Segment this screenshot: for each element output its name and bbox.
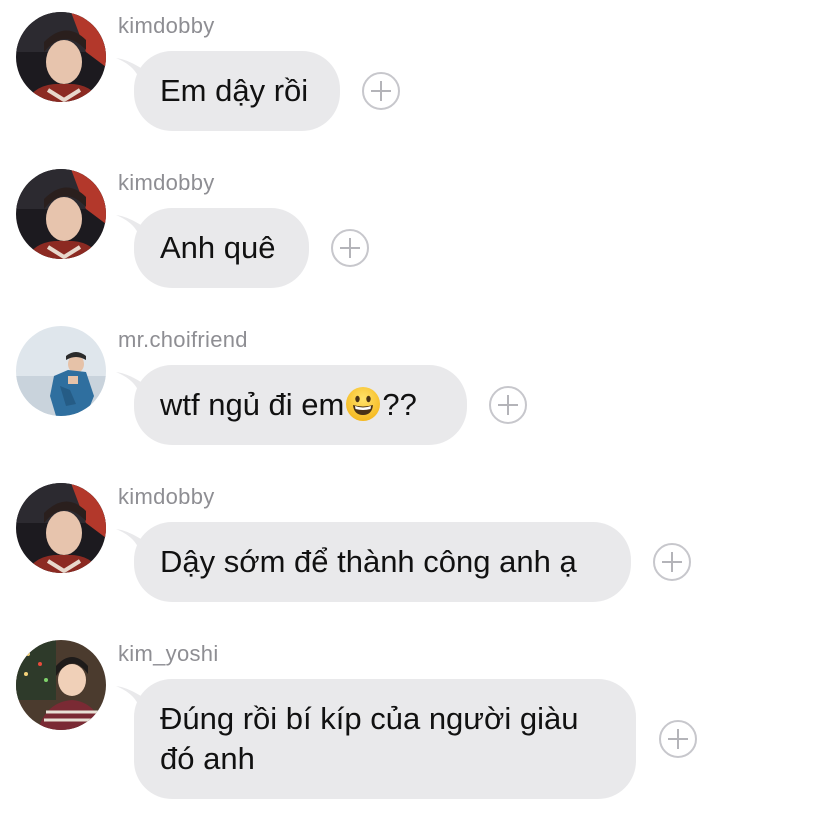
message-bubble[interactable]: Em dậy rồi bbox=[134, 51, 340, 131]
grinning-face-emoji-icon bbox=[346, 387, 381, 421]
message-text-line: Đúng rồi bí kíp của người giàu bbox=[160, 701, 579, 736]
avatar[interactable] bbox=[16, 326, 106, 416]
username[interactable]: kimdobby bbox=[118, 13, 215, 39]
avatar[interactable] bbox=[16, 169, 106, 259]
add-reaction-icon[interactable] bbox=[653, 543, 691, 581]
add-reaction-icon[interactable] bbox=[362, 72, 400, 110]
message-text: Dậy sớm để thành công anh ạ bbox=[160, 544, 577, 579]
avatar[interactable] bbox=[16, 12, 106, 102]
user-photo-icon bbox=[16, 326, 106, 416]
message-bubble[interactable]: Anh quê bbox=[134, 208, 309, 288]
message-bubble[interactable]: Dậy sớm để thành công anh ạ bbox=[134, 522, 631, 602]
message-text: wtf ngủ đi em bbox=[160, 387, 345, 422]
avatar[interactable] bbox=[16, 640, 106, 730]
user-photo-icon bbox=[16, 483, 106, 573]
message-text: Anh quê bbox=[160, 230, 276, 265]
message-text: Em dậy rồi bbox=[160, 73, 309, 108]
add-reaction-icon[interactable] bbox=[659, 720, 697, 758]
username[interactable]: kim_yoshi bbox=[118, 641, 219, 667]
user-photo-icon bbox=[16, 169, 106, 259]
username[interactable]: mr.choifriend bbox=[118, 327, 248, 353]
username[interactable]: kimdobby bbox=[118, 484, 215, 510]
user-photo-icon bbox=[16, 12, 106, 102]
username[interactable]: kimdobby bbox=[118, 170, 215, 196]
message-bubble[interactable]: Đúng rồi bí kíp của người giàu đó anh bbox=[134, 679, 636, 799]
avatar[interactable] bbox=[16, 483, 106, 573]
user-photo-icon bbox=[16, 640, 106, 730]
add-reaction-icon[interactable] bbox=[331, 229, 369, 267]
message-text: ?? bbox=[382, 387, 417, 422]
message-bubble[interactable]: wtf ngủ đi em ?? bbox=[134, 365, 467, 445]
message-text-line: đó anh bbox=[160, 741, 255, 776]
add-reaction-icon[interactable] bbox=[489, 386, 527, 424]
